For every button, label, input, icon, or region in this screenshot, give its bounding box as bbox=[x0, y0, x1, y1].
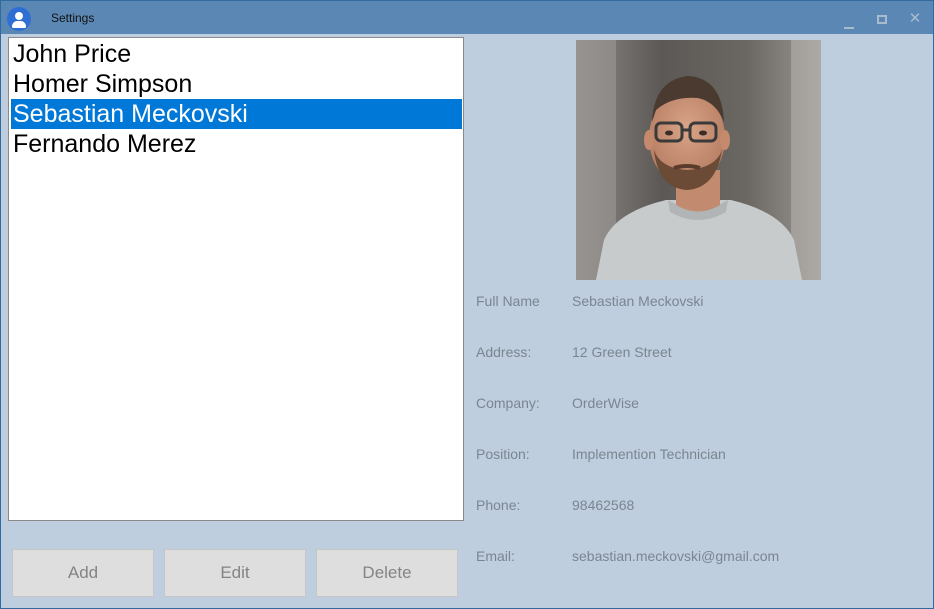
full-name-label: Full Name bbox=[476, 293, 540, 309]
minimize-button[interactable] bbox=[837, 7, 861, 29]
maximize-button[interactable] bbox=[870, 7, 894, 29]
email-value: sebastian.meckovski@gmail.com bbox=[572, 548, 780, 564]
position-value: Implemention Technician bbox=[572, 446, 726, 462]
list-item[interactable]: Homer Simpson bbox=[11, 69, 462, 99]
phone-value: 98462568 bbox=[572, 497, 635, 513]
contacts-list[interactable]: John Price Homer Simpson Sebastian Mecko… bbox=[8, 37, 464, 521]
edit-button[interactable]: Edit bbox=[164, 549, 306, 597]
company-value: OrderWise bbox=[572, 395, 639, 411]
add-button[interactable]: Add bbox=[12, 549, 154, 597]
minimize-icon bbox=[844, 27, 854, 29]
company-label: Company: bbox=[476, 395, 540, 411]
contact-photo bbox=[576, 40, 821, 280]
close-icon: ✕ bbox=[908, 9, 922, 27]
title-bar[interactable]: Settings ✕ bbox=[1, 1, 933, 34]
address-value: 12 Green Street bbox=[572, 344, 672, 360]
email-label: Email: bbox=[476, 548, 515, 564]
full-name-value: Sebastian Meckovski bbox=[572, 293, 704, 309]
close-button[interactable]: ✕ bbox=[903, 7, 927, 29]
phone-label: Phone: bbox=[476, 497, 521, 513]
position-label: Position: bbox=[476, 446, 530, 462]
window-title: Settings bbox=[51, 11, 95, 25]
list-item-selected[interactable]: Sebastian Meckovski bbox=[11, 99, 462, 129]
address-label: Address: bbox=[476, 344, 532, 360]
list-item[interactable]: Fernando Merez bbox=[11, 129, 462, 159]
settings-window: Settings ✕ John Price Homer Simpson Seba… bbox=[0, 0, 934, 609]
list-item[interactable]: John Price bbox=[11, 39, 462, 69]
user-icon bbox=[7, 7, 31, 31]
maximize-icon bbox=[877, 15, 887, 24]
delete-button[interactable]: Delete bbox=[316, 549, 458, 597]
